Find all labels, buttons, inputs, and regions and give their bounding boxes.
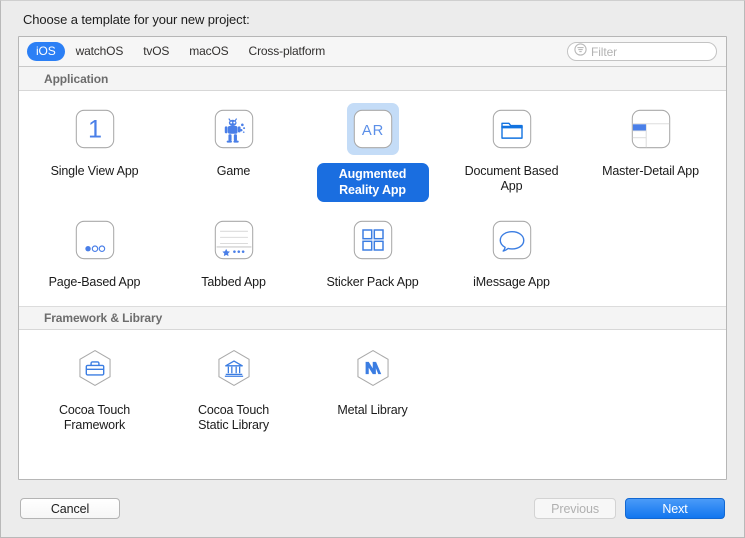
next-button[interactable]: Next bbox=[625, 498, 725, 519]
template-master-detail-app[interactable]: Master-Detail App bbox=[581, 103, 720, 208]
template-label: Cocoa Touch Framework bbox=[58, 403, 131, 432]
previous-button[interactable]: Previous bbox=[534, 498, 616, 519]
grid-spacer bbox=[581, 342, 720, 441]
template-label: Game bbox=[216, 164, 251, 178]
section-title: Application bbox=[44, 71, 109, 86]
template-grid-application: 1 Single View App Game AR Augmented Real… bbox=[19, 91, 726, 306]
template-game[interactable]: Game bbox=[164, 103, 303, 208]
section-title: Framework & Library bbox=[44, 311, 163, 325]
master-detail-split-icon bbox=[625, 103, 677, 155]
filter-field[interactable]: Filter bbox=[567, 42, 717, 61]
template-cocoa-touch-static-library[interactable]: Cocoa Touch Static Library bbox=[164, 342, 303, 441]
section-header-application: Application bbox=[19, 67, 726, 91]
template-label: iMessage App bbox=[473, 275, 550, 289]
document-folder-icon bbox=[486, 103, 538, 155]
template-label: Metal Library bbox=[337, 403, 408, 417]
template-scroll-area[interactable]: Application 1 Single View App Game AR Au… bbox=[19, 67, 726, 479]
new-project-template-dialog: Choose a template for your new project: … bbox=[0, 0, 745, 538]
template-document-based-app[interactable]: Document Based App bbox=[442, 103, 581, 208]
tab-cross-platform[interactable]: Cross-platform bbox=[240, 42, 335, 61]
cancel-button[interactable]: Cancel bbox=[20, 498, 120, 519]
template-label: Page-Based App bbox=[48, 275, 141, 289]
bank-hexagon-icon bbox=[208, 342, 260, 394]
filter-icon bbox=[574, 42, 587, 61]
grid-spacer bbox=[442, 342, 581, 441]
template-browser: iOS watchOS tvOS macOS Cross-platform Fi… bbox=[18, 36, 727, 480]
metal-hexagon-icon bbox=[347, 342, 399, 394]
template-cocoa-touch-framework[interactable]: Cocoa Touch Framework bbox=[25, 342, 164, 441]
svg-text:AR: AR bbox=[361, 123, 383, 139]
template-single-view-app[interactable]: 1 Single View App bbox=[25, 103, 164, 208]
template-label: Sticker Pack App bbox=[326, 275, 419, 289]
template-label: Cocoa Touch Static Library bbox=[197, 403, 270, 432]
sticker-grid-icon bbox=[347, 214, 399, 266]
platform-toolbar: iOS watchOS tvOS macOS Cross-platform Fi… bbox=[19, 37, 726, 67]
template-tabbed-app[interactable]: Tabbed App bbox=[164, 214, 303, 298]
template-label: Document Based App bbox=[464, 164, 559, 193]
template-page-based-app[interactable]: Page-Based App bbox=[25, 214, 164, 298]
svg-text:1: 1 bbox=[87, 116, 101, 144]
footer-right-buttons: Previous Next bbox=[534, 498, 725, 519]
template-label: Tabbed App bbox=[201, 275, 266, 289]
briefcase-hexagon-icon bbox=[69, 342, 121, 394]
page-dots-icon bbox=[69, 214, 121, 266]
tab-macos[interactable]: macOS bbox=[180, 42, 237, 61]
template-label: Master-Detail App bbox=[602, 164, 699, 178]
filter-placeholder: Filter bbox=[591, 44, 618, 59]
dialog-footer: Cancel Previous Next bbox=[1, 480, 744, 537]
message-bubble-icon bbox=[486, 214, 538, 266]
template-grid-framework-library: Cocoa Touch Framework Cocoa Touch Static… bbox=[19, 330, 726, 449]
template-label: Augmented Reality App bbox=[316, 163, 429, 202]
page-title: Choose a template for your new project: bbox=[23, 12, 250, 27]
game-robot-icon bbox=[208, 103, 260, 155]
augmented-reality-ar-icon: AR bbox=[346, 103, 399, 155]
tab-watchos[interactable]: watchOS bbox=[67, 42, 133, 61]
tab-bar-icon bbox=[208, 214, 260, 266]
template-augmented-reality-app[interactable]: AR Augmented Reality App bbox=[303, 103, 442, 208]
tab-ios[interactable]: iOS bbox=[27, 42, 65, 61]
platform-tab-list: iOS watchOS tvOS macOS Cross-platform bbox=[27, 42, 334, 61]
template-sticker-pack-app[interactable]: Sticker Pack App bbox=[303, 214, 442, 298]
template-metal-library[interactable]: Metal Library bbox=[303, 342, 442, 441]
section-header-framework-library: Framework & Library bbox=[19, 306, 726, 330]
template-imessage-app[interactable]: iMessage App bbox=[442, 214, 581, 298]
template-label: Single View App bbox=[50, 164, 139, 178]
single-view-app-icon: 1 bbox=[69, 103, 121, 155]
tab-tvos[interactable]: tvOS bbox=[134, 42, 178, 61]
